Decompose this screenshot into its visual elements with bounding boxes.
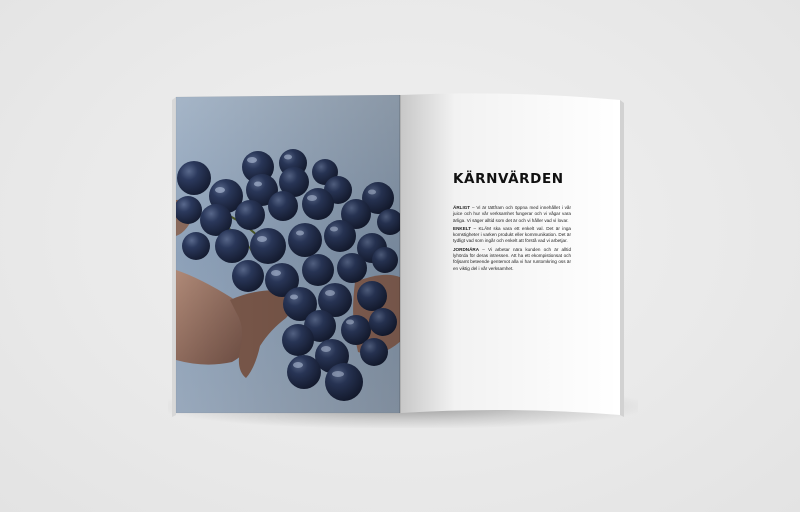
value-term: ÄRLIGT [453, 205, 471, 210]
value-term: JORDNÄRA [453, 246, 480, 252]
value-term: ENKELT [453, 225, 472, 231]
value-text: – KLÄM ska vara ett enkelt val. Det är i… [453, 225, 571, 244]
left-page-edge [172, 97, 176, 417]
right-page-content: KÄRNVÄRDEN ÄRLIGT – Vi är tättfram och ö… [453, 171, 571, 274]
value-text: – Vi är tättfram och öppna med innehålle… [453, 205, 571, 223]
right-page-edge [620, 100, 624, 417]
open-magazine: KÄRNVÄRDEN ÄRLIGT – Vi är tättfram och ö… [0, 0, 800, 512]
value-paragraph-enkelt: ENKELT – KLÄM ska vara ett enkelt val. D… [453, 226, 571, 245]
magazine-spread [172, 93, 624, 417]
grapes-photo [176, 95, 400, 413]
page-heading: KÄRNVÄRDEN [453, 171, 564, 187]
value-paragraph-jordnara: JORDNÄRA – Vi arbetar nära kunden och är… [453, 247, 571, 272]
value-paragraph-arligt: ÄRLIGT – Vi är tättfram och öppna med in… [453, 205, 571, 224]
